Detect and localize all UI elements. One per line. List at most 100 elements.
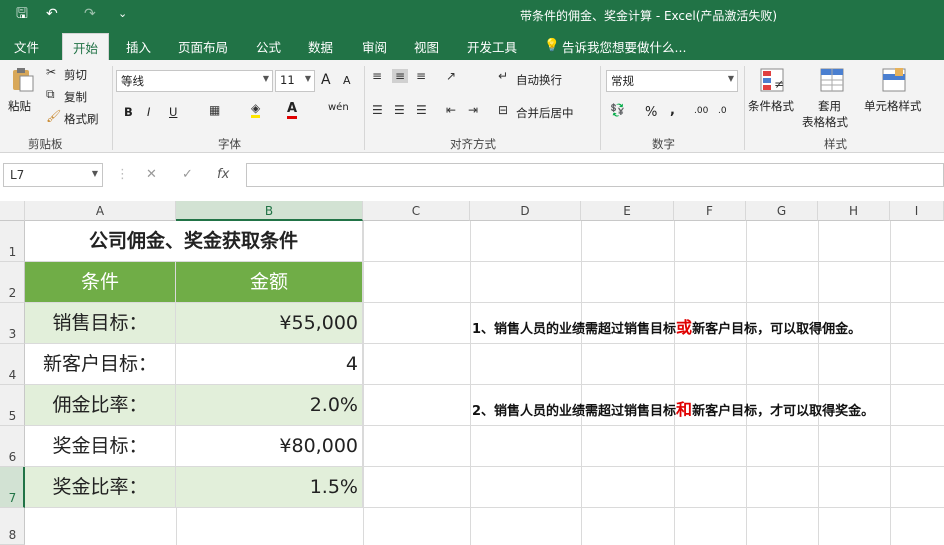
tab-view[interactable]: 视图 xyxy=(414,37,439,56)
format-painter-button[interactable]: 格式刷 xyxy=(64,111,99,127)
align-right-icon[interactable]: ☰ xyxy=(416,103,427,117)
font-size-select[interactable]: 11 ▼ xyxy=(275,70,315,92)
column-header[interactable]: I xyxy=(890,201,944,221)
row-header[interactable]: 5 xyxy=(0,385,25,426)
number-format-select[interactable]: 常规 ▼ xyxy=(606,70,738,92)
tab-developer[interactable]: 开发工具 xyxy=(467,37,517,56)
comma-button[interactable]: , xyxy=(670,103,675,118)
conditional-format-icon[interactable]: ≠ xyxy=(758,66,786,94)
bold-button[interactable]: B xyxy=(124,105,133,119)
svg-text:≠: ≠ xyxy=(774,77,784,91)
paste-icon[interactable] xyxy=(8,66,36,94)
header-cell-condition[interactable]: 条件 xyxy=(25,262,176,303)
select-all-corner[interactable] xyxy=(0,201,25,221)
row-header[interactable]: 2 xyxy=(0,262,25,303)
column-header[interactable]: B xyxy=(176,201,363,221)
font-group-label: 字体 xyxy=(218,137,241,151)
tab-home[interactable]: 开始 xyxy=(62,33,110,60)
cell-styles-icon[interactable] xyxy=(880,66,908,94)
more-icon: ⋮ xyxy=(116,167,129,182)
cancel-icon[interactable]: ✕ xyxy=(146,167,157,182)
undo-icon[interactable]: ↶ xyxy=(46,5,58,23)
tab-data[interactable]: 数据 xyxy=(308,37,333,56)
row-header[interactable]: 6 xyxy=(0,426,25,467)
header-cell-amount[interactable]: 金额 xyxy=(176,262,363,303)
label-cell[interactable]: 奖金目标： xyxy=(25,426,176,467)
font-name-select[interactable]: 等线 ▼ xyxy=(116,70,273,92)
sheet-title-cell[interactable]: 公司佣金、奖金获取条件 xyxy=(25,221,363,262)
increase-indent-icon[interactable]: ⇥ xyxy=(468,103,478,117)
font-color-button[interactable]: A xyxy=(287,101,298,119)
note-bonus-rule[interactable]: 2、销售人员的业绩需超过销售目标和新客户目标，才可以取得奖金。 xyxy=(472,396,874,420)
italic-button[interactable]: I xyxy=(147,105,150,119)
label-cell[interactable]: 佣金比率： xyxy=(25,385,176,426)
orientation-icon[interactable]: ↗ xyxy=(446,69,456,83)
tab-file[interactable]: 文件 xyxy=(14,37,39,56)
save-icon[interactable]: 🖫 xyxy=(16,5,28,23)
column-header[interactable]: C xyxy=(363,201,470,221)
format-table-label-2[interactable]: 表格格式 xyxy=(802,114,848,130)
align-left-icon[interactable]: ☰ xyxy=(372,103,383,117)
column-header[interactable]: E xyxy=(581,201,674,221)
underline-button[interactable]: U xyxy=(169,105,177,119)
increase-decimal-button[interactable]: .00 xyxy=(694,106,708,116)
label-cell[interactable]: 奖金比率： xyxy=(25,467,176,508)
cut-button[interactable]: 剪切 xyxy=(64,67,87,83)
label-cell[interactable]: 销售目标： xyxy=(25,303,176,344)
name-box[interactable]: L7 ▼ xyxy=(3,163,103,187)
format-table-icon[interactable] xyxy=(818,66,846,94)
worksheet-grid[interactable]: A B C D E F G H I 1 2 3 4 5 6 7 8 公司佣金、奖… xyxy=(0,201,944,545)
column-header[interactable]: G xyxy=(746,201,818,221)
copy-button[interactable]: 复制 xyxy=(64,89,87,105)
row-header[interactable]: 4 xyxy=(0,344,25,385)
merge-center-button[interactable]: 合并后居中 xyxy=(516,105,574,121)
cell-styles-button[interactable]: 单元格样式 xyxy=(864,98,922,114)
paste-button[interactable]: 粘贴 xyxy=(8,98,31,114)
column-header[interactable]: F xyxy=(674,201,746,221)
align-middle-icon[interactable]: ≡ xyxy=(392,69,409,83)
currency-icon[interactable]: 💱 xyxy=(610,103,625,117)
decrease-decimal-button[interactable]: .0 xyxy=(718,106,727,116)
tab-insert[interactable]: 插入 xyxy=(126,37,151,56)
note-text: 2、销售人员的业绩需超过销售目标 xyxy=(472,404,677,419)
row-header[interactable]: 1 xyxy=(0,221,25,262)
value-cell[interactable]: ¥55,000 xyxy=(176,303,363,344)
wrap-text-button[interactable]: 自动换行 xyxy=(516,72,562,88)
percent-button[interactable]: % xyxy=(645,105,657,120)
formula-input[interactable] xyxy=(246,163,944,187)
label-cell[interactable]: 新客户目标： xyxy=(25,344,176,385)
format-table-label-1[interactable]: 套用 xyxy=(818,98,841,114)
fill-color-icon[interactable]: ◈ xyxy=(251,101,261,118)
align-top-icon[interactable]: ≡ xyxy=(372,69,382,83)
value-cell[interactable]: 2.0% xyxy=(176,385,363,426)
increase-font-button[interactable]: A xyxy=(321,72,331,88)
value-cell[interactable]: ¥80,000 xyxy=(176,426,363,467)
column-header[interactable]: D xyxy=(470,201,581,221)
border-icon[interactable]: ▦ xyxy=(209,103,220,117)
phonetic-button[interactable]: wén xyxy=(328,102,349,113)
conditional-format-button[interactable]: 条件格式 xyxy=(748,98,794,114)
note-commission-rule[interactable]: 1、销售人员的业绩需超过销售目标或新客户目标，可以取得佣金。 xyxy=(472,314,861,338)
insert-function-icon[interactable]: fx xyxy=(217,167,229,182)
column-header[interactable]: A xyxy=(25,201,176,221)
customize-qat-icon[interactable]: ⌄ xyxy=(118,5,127,23)
decrease-font-button[interactable]: A xyxy=(343,74,351,87)
row-header[interactable]: 8 xyxy=(0,508,25,545)
tab-page-layout[interactable]: 页面布局 xyxy=(178,37,228,56)
row-header[interactable]: 3 xyxy=(0,303,25,344)
value-cell[interactable]: 1.5% xyxy=(176,467,363,508)
row-header[interactable]: 7 xyxy=(0,467,25,508)
note-text: 新客户目标，可以取得佣金。 xyxy=(692,322,862,337)
value-cell[interactable]: 4 xyxy=(176,344,363,385)
align-bottom-icon[interactable]: ≡ xyxy=(416,69,426,83)
decrease-indent-icon[interactable]: ⇤ xyxy=(446,103,456,117)
align-center-icon[interactable]: ☰ xyxy=(394,103,405,117)
tab-formulas[interactable]: 公式 xyxy=(256,37,281,56)
redo-icon[interactable]: ↷ xyxy=(84,5,96,23)
column-header[interactable]: H xyxy=(818,201,890,221)
divider xyxy=(600,66,601,150)
tab-review[interactable]: 审阅 xyxy=(362,37,387,56)
tell-me-box[interactable]: 告诉我您想要做什么... xyxy=(562,37,686,56)
confirm-icon[interactable]: ✓ xyxy=(182,167,193,182)
formula-bar: L7 ▼ ⋮ ✕ ✓ fx xyxy=(0,153,944,201)
